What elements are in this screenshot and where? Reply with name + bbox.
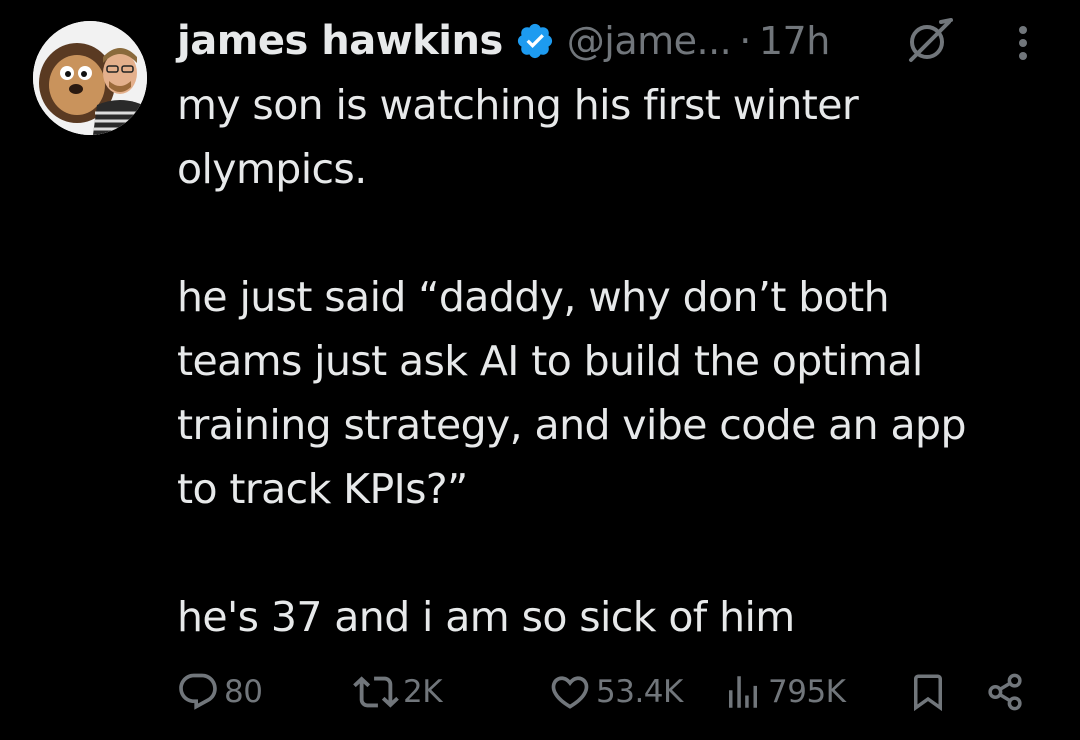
bookmark-icon: [914, 674, 942, 712]
share-icon: [988, 673, 1022, 711]
header-separator: ·: [739, 19, 751, 63]
bookmark-button[interactable]: [907, 660, 949, 724]
like-button[interactable]: 53.4K: [548, 660, 683, 724]
reply-button[interactable]: 80: [176, 660, 263, 724]
repost-button[interactable]: 2K: [353, 660, 443, 724]
avatar-image: [33, 21, 147, 135]
views-button[interactable]: 795K: [722, 660, 846, 724]
reply-count: 80: [224, 674, 263, 710]
views-chart-icon: [729, 676, 757, 708]
more-options-icon[interactable]: [1008, 20, 1038, 64]
tweet-paragraph: my son is watching his first winter olym…: [177, 81, 859, 193]
views-count: 795K: [768, 674, 846, 710]
avatar[interactable]: [33, 21, 147, 135]
tweet-paragraph: he's 37 and i am so sick of him: [177, 593, 795, 641]
repost-count: 2K: [403, 674, 443, 710]
tweet-body: my son is watching his first winter olym…: [177, 73, 1057, 649]
like-count: 53.4K: [596, 674, 683, 710]
verified-badge-icon[interactable]: [515, 21, 555, 61]
reply-icon: [179, 673, 217, 710]
author-display-name[interactable]: james hawkins: [177, 18, 503, 64]
tweet-card[interactable]: james hawkins @jame... · 17h my son is w…: [0, 0, 1080, 740]
tweet-header: james hawkins @jame... · 17h: [177, 14, 830, 68]
author-handle[interactable]: @jame...: [567, 19, 732, 63]
tweet-timestamp[interactable]: 17h: [759, 19, 830, 63]
action-bar: 80 2K 53.4K 795K: [0, 660, 1080, 724]
repost-icon: [353, 676, 399, 708]
tweet-paragraph: he just said “daddy, why don’t both team…: [177, 273, 966, 513]
share-button[interactable]: [984, 660, 1026, 724]
heart-icon: [551, 676, 589, 709]
grok-icon[interactable]: [903, 14, 955, 66]
